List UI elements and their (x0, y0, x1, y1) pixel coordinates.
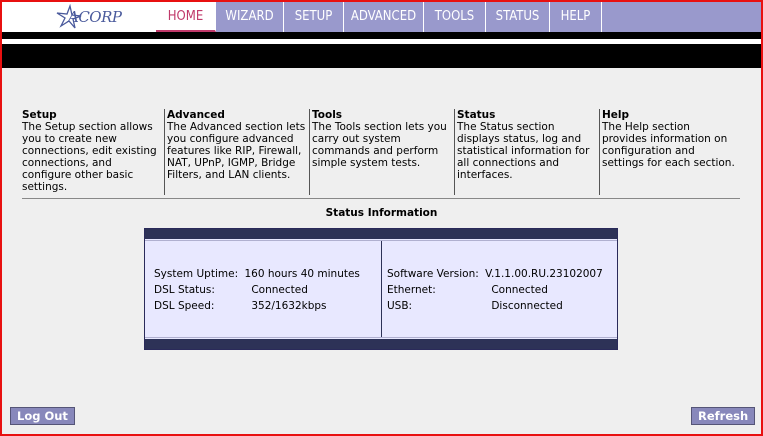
uptime-value: 160 hours 40 minutes (244, 268, 360, 280)
tab-home[interactable]: HOME (156, 2, 216, 32)
section-title: Status (457, 109, 496, 121)
header-band (2, 32, 761, 39)
section-setup: Setup The Setup section allows you to cr… (22, 109, 165, 195)
table-column-divider (381, 241, 382, 337)
section-descriptions: Setup The Setup section allows you to cr… (22, 109, 738, 195)
table-rule-bottom (145, 337, 617, 338)
section-title: Setup (22, 109, 57, 121)
section-title: Help (602, 109, 630, 121)
tab-tools[interactable]: TOOLS (424, 2, 486, 32)
section-text: The Advanced section lets you configure … (167, 121, 306, 181)
ethernet-label: Ethernet: (387, 284, 436, 296)
acorp-logo: ACORP (54, 4, 134, 30)
tab-wizard[interactable]: WIZARD (216, 2, 284, 32)
status-row-ethernet: Ethernet: Connected (387, 284, 548, 296)
status-info-title: Status Information (325, 207, 438, 219)
section-text: The Help section provides information on… (602, 121, 735, 169)
software-version-label: Software Version: (387, 268, 479, 280)
section-status: Status The Status section displays statu… (457, 109, 600, 195)
section-text: The Tools section lets you carry out sys… (312, 121, 447, 169)
tab-help[interactable]: HELP (550, 2, 602, 32)
section-title: Tools (312, 109, 343, 121)
tab-status[interactable]: STATUS (486, 2, 550, 32)
tab-advanced[interactable]: ADVANCED (344, 2, 424, 32)
dsl-speed-label: DSL Speed: (154, 300, 215, 312)
dsl-speed-value: 352/1632kbps (251, 300, 327, 312)
header-band-lower (2, 44, 761, 68)
status-info-table: System Uptime: 160 hours 40 minutes DSL … (144, 228, 618, 350)
usb-label: USB: (387, 300, 413, 312)
router-page: ACORP HOME WIZARD SETUP ADVANCED TOOLS S… (0, 0, 763, 436)
section-tools: Tools The Tools section lets you carry o… (312, 109, 455, 195)
tab-setup[interactable]: SETUP (284, 2, 344, 32)
section-text: The Status section displays status, log … (457, 121, 590, 181)
divider (22, 198, 740, 199)
status-row-dsl-speed: DSL Speed: 352/1632kbps (154, 300, 327, 312)
section-text: The Setup section allows you to create n… (22, 121, 157, 193)
section-advanced: Advanced The Advanced section lets you c… (167, 109, 310, 195)
dsl-status-label: DSL Status: (154, 284, 215, 296)
table-footer-bar (145, 339, 617, 349)
logout-button[interactable]: Log Out (10, 407, 75, 425)
dsl-status-value: Connected (251, 284, 308, 296)
main-nav: HOME WIZARD SETUP ADVANCED TOOLS STATUS … (156, 2, 761, 32)
logo-text: ACORP (68, 8, 122, 26)
status-row-uptime: System Uptime: 160 hours 40 minutes (154, 268, 360, 280)
section-title: Advanced (167, 109, 225, 121)
uptime-label: System Uptime: (154, 268, 239, 280)
section-help: Help The Help section provides informati… (602, 109, 738, 195)
status-row-dsl-status: DSL Status: Connected (154, 284, 308, 296)
ethernet-value: Connected (491, 284, 548, 296)
usb-value: Disconnected (491, 300, 563, 312)
table-header-bar (145, 229, 617, 239)
software-version-value: V.1.1.00.RU.23102007 (485, 268, 603, 280)
header: ACORP HOME WIZARD SETUP ADVANCED TOOLS S… (2, 2, 761, 32)
refresh-button[interactable]: Refresh (691, 407, 756, 425)
status-row-software: Software Version: V.1.1.00.RU.23102007 (387, 268, 603, 280)
status-row-usb: USB: Disconnected (387, 300, 563, 312)
